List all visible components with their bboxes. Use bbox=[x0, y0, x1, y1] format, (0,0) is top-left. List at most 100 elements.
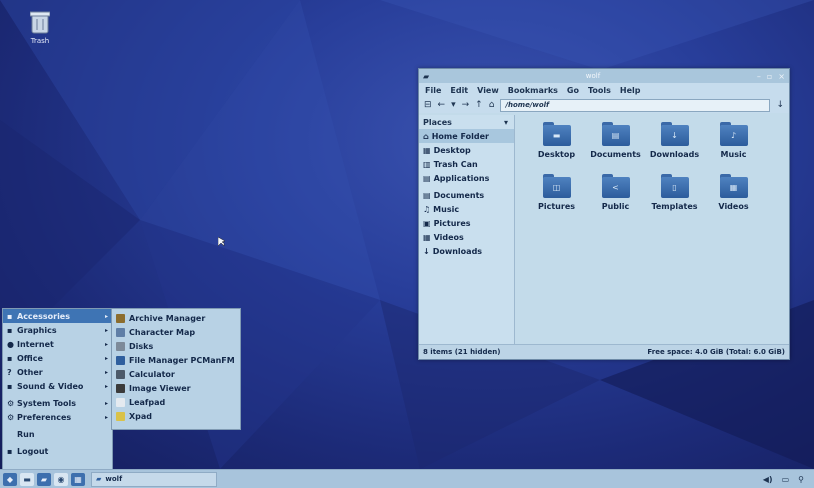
chevron-right-icon: ▸ bbox=[104, 413, 108, 421]
close-button[interactable]: × bbox=[778, 72, 785, 81]
menu-item-internet[interactable]: ● Internet ▸ bbox=[3, 337, 112, 351]
menu-tools[interactable]: Tools bbox=[588, 86, 611, 95]
file-item-music[interactable]: ♪ Music bbox=[704, 122, 763, 171]
volume-icon[interactable]: ◀) bbox=[763, 475, 773, 484]
submenu-item-label: Calculator bbox=[129, 369, 175, 379]
submenu-item-file-manager[interactable]: File Manager PCManFM bbox=[112, 353, 240, 367]
file-manager-window: ▰ wolf – ▫ × File Edit View Bookmarks Go… bbox=[418, 68, 790, 360]
up-arrow-icon[interactable]: ↑ bbox=[475, 100, 483, 110]
file-label: Documents bbox=[590, 150, 641, 159]
file-item-documents[interactable]: ▤ Documents bbox=[586, 122, 645, 171]
file-item-desktop[interactable]: ▬ Desktop bbox=[527, 122, 586, 171]
back-arrow-icon[interactable]: ← bbox=[438, 100, 446, 110]
menu-item-office[interactable]: ▪ Office ▸ bbox=[3, 351, 112, 365]
character-map-icon bbox=[116, 327, 125, 337]
folder-icon: ↓ bbox=[660, 122, 689, 146]
file-item-videos[interactable]: ▦ Videos bbox=[704, 174, 763, 223]
sidebar-item-applications[interactable]: ▤ Applications bbox=[419, 171, 514, 185]
home-icon[interactable]: ⌂ bbox=[489, 100, 495, 110]
places-header: Places bbox=[423, 118, 452, 127]
path-input[interactable]: /home/wolf bbox=[500, 98, 771, 112]
sidebar-item-desktop[interactable]: ▦ Desktop bbox=[419, 143, 514, 157]
mouse-pointer-icon bbox=[218, 237, 226, 247]
sidebar-item-music[interactable]: ♫ Music bbox=[419, 202, 514, 216]
trash-icon: ▥ bbox=[423, 159, 431, 169]
accessories-submenu: Archive Manager Character Map Disks File… bbox=[111, 308, 241, 430]
file-item-pictures[interactable]: ◫ Pictures bbox=[527, 174, 586, 223]
calculator-icon bbox=[116, 369, 125, 379]
toolbar: ⊟ ← ▾ → ↑ ⌂ /home/wolf ↓ bbox=[419, 97, 789, 113]
sidebar-item-downloads[interactable]: ↓ Downloads bbox=[419, 244, 514, 258]
menu-item-label: Run bbox=[17, 429, 35, 439]
file-manager-launcher-icon[interactable]: ▰ bbox=[37, 472, 51, 486]
chevron-right-icon: ▸ bbox=[104, 312, 108, 320]
show-desktop-icon[interactable]: ▬ bbox=[20, 472, 34, 486]
menu-bar: File Edit View Bookmarks Go Tools Help bbox=[419, 83, 789, 97]
folder-icon: ▰ bbox=[96, 475, 102, 483]
menu-item-system-tools[interactable]: ⚙ System Tools ▸ bbox=[3, 396, 112, 410]
sidebar-item-label: Pictures bbox=[433, 218, 471, 228]
sidebar-item-home-folder[interactable]: ⌂ Home Folder bbox=[419, 129, 514, 143]
network-icon[interactable]: ⚲ bbox=[798, 475, 804, 484]
menu-item-logout[interactable]: ▪ Logout bbox=[3, 444, 112, 458]
menu-item-label: Office bbox=[17, 353, 43, 363]
sidebar-item-documents[interactable]: ▤ Documents bbox=[419, 188, 514, 202]
sidebar-item-pictures[interactable]: ▣ Pictures bbox=[419, 216, 514, 230]
file-grid: ▬ Desktop ▤ Documents ↓ Downloads ♪ Music ◫ P… bbox=[515, 115, 789, 345]
accessories-icon: ▪ bbox=[7, 311, 13, 321]
forward-arrow-icon[interactable]: → bbox=[462, 100, 470, 110]
submenu-item-archive-manager[interactable]: Archive Manager bbox=[112, 311, 240, 325]
menu-item-sound-video[interactable]: ▪ Sound & Video ▸ bbox=[3, 379, 112, 393]
menu-edit[interactable]: Edit bbox=[450, 86, 468, 95]
sidebar-item-label: Desktop bbox=[433, 145, 471, 155]
submenu-item-calculator[interactable]: Calculator bbox=[112, 367, 240, 381]
menu-item-other[interactable]: ? Other ▸ bbox=[3, 365, 112, 379]
window-titlebar[interactable]: ▰ wolf – ▫ × bbox=[419, 69, 789, 83]
browser-launcher-icon[interactable]: ◉ bbox=[54, 472, 68, 486]
submenu-item-leafpad[interactable]: Leafpad bbox=[112, 395, 240, 409]
submenu-item-disks[interactable]: Disks bbox=[112, 339, 240, 353]
preferences-icon: ⚙ bbox=[7, 412, 15, 422]
workspace-switcher-icon[interactable]: ▦ bbox=[71, 472, 85, 486]
minimize-button[interactable]: – bbox=[757, 72, 761, 81]
trash-label: Trash bbox=[30, 37, 50, 45]
menu-file[interactable]: File bbox=[425, 86, 441, 95]
menu-item-graphics[interactable]: ▪ Graphics ▸ bbox=[3, 323, 112, 337]
menu-item-run[interactable]: Run bbox=[3, 427, 112, 441]
screen-icon[interactable]: ▭ bbox=[782, 475, 790, 484]
file-item-templates[interactable]: ▯ Templates bbox=[645, 174, 704, 223]
menu-item-label: Logout bbox=[17, 446, 49, 456]
history-dropdown-icon[interactable]: ▾ bbox=[451, 100, 456, 110]
sidebar-item-trash-can[interactable]: ▥ Trash Can bbox=[419, 157, 514, 171]
file-item-downloads[interactable]: ↓ Downloads bbox=[645, 122, 704, 171]
start-menu-button[interactable]: ◆ bbox=[3, 472, 17, 486]
sidebar-item-videos[interactable]: ▦ Videos bbox=[419, 230, 514, 244]
trash-icon bbox=[29, 10, 51, 34]
menu-bookmarks[interactable]: Bookmarks bbox=[508, 86, 558, 95]
submenu-item-character-map[interactable]: Character Map bbox=[112, 325, 240, 339]
chevron-right-icon: ▸ bbox=[104, 399, 108, 407]
chevron-down-icon[interactable]: ▾ bbox=[504, 118, 508, 127]
menu-item-accessories[interactable]: ▪ Accessories ▸ bbox=[3, 309, 112, 323]
folder-icon: ▯ bbox=[660, 174, 689, 198]
trash-desktop-icon[interactable]: Trash bbox=[18, 10, 62, 45]
new-tab-icon[interactable]: ⊟ bbox=[424, 100, 432, 110]
taskbar-item-wolf[interactable]: ▰ wolf bbox=[91, 471, 217, 487]
gear-icon: ⚙ bbox=[7, 398, 15, 408]
globe-icon: ● bbox=[7, 339, 14, 349]
folder-icon: < bbox=[601, 174, 630, 198]
submenu-item-xpad[interactable]: Xpad bbox=[112, 409, 240, 423]
menu-item-preferences[interactable]: ⚙ Preferences ▸ bbox=[3, 410, 112, 424]
file-label: Templates bbox=[651, 202, 698, 211]
file-label: Videos bbox=[718, 202, 749, 211]
file-item-public[interactable]: < Public bbox=[586, 174, 645, 223]
menu-view[interactable]: View bbox=[477, 86, 499, 95]
go-icon[interactable]: ↓ bbox=[776, 100, 784, 110]
menu-help[interactable]: Help bbox=[620, 86, 641, 95]
maximize-button[interactable]: ▫ bbox=[767, 72, 772, 81]
submenu-item-label: Disks bbox=[129, 341, 154, 351]
sidebar-item-label: Music bbox=[433, 204, 460, 214]
menu-go[interactable]: Go bbox=[567, 86, 579, 95]
submenu-item-image-viewer[interactable]: Image Viewer bbox=[112, 381, 240, 395]
desktop: Trash ▰ wolf – ▫ × File Edit View Bookma… bbox=[0, 0, 814, 469]
